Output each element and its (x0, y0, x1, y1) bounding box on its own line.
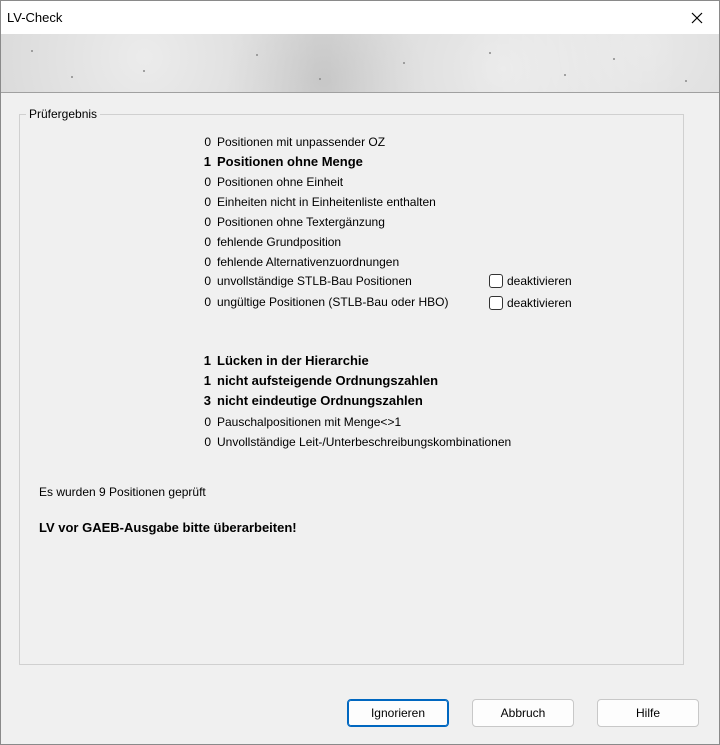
checked-positions-info: Es wurden 9 Positionen geprüft (39, 485, 206, 499)
result-count: 0 (204, 175, 211, 189)
title-bar: LV-Check (1, 1, 719, 34)
result-label: Positionen ohne Textergänzung (217, 215, 385, 229)
result-label: Positionen ohne Menge (217, 154, 363, 169)
ignore-button[interactable]: Ignorieren (347, 699, 449, 727)
result-count: 0 (204, 255, 211, 269)
banner-divider (1, 92, 719, 93)
checkbox-label[interactable]: deaktivieren (507, 274, 572, 288)
result-label: fehlende Alternativenzuordnungen (217, 255, 400, 269)
result-count: 0 (204, 435, 211, 449)
deactivate-invalid-checkbox[interactable]: deaktivieren (489, 293, 572, 313)
result-label: nicht eindeutige Ordnungszahlen (217, 393, 423, 408)
result-count: 0 (204, 235, 211, 249)
close-button[interactable] (675, 1, 719, 34)
header-banner-image (1, 34, 719, 92)
cancel-button[interactable]: Abbruch (472, 699, 574, 727)
result-count: 1 (203, 373, 211, 388)
result-count: 0 (204, 215, 211, 229)
result-count: 0 (204, 135, 211, 149)
result-label: Positionen mit unpassender OZ (217, 135, 386, 149)
checkbox-box[interactable] (489, 274, 503, 288)
help-button[interactable]: Hilfe (597, 699, 699, 727)
checkbox-label[interactable]: deaktivieren (507, 296, 572, 310)
result-label: Unvollständige Leit-/Unterbeschreibungsk… (217, 435, 512, 449)
result-label: fehlende Grundposition (217, 235, 342, 249)
result-count: 0 (204, 415, 211, 429)
result-count: 3 (203, 393, 211, 408)
rework-warning: LV vor GAEB-Ausgabe bitte überarbeiten! (39, 520, 297, 535)
checkbox-box[interactable] (489, 296, 503, 310)
result-count: 0 (204, 274, 211, 288)
result-label: nicht aufsteigende Ordnungszahlen (217, 373, 439, 388)
result-count: 0 (204, 195, 211, 209)
window-title: LV-Check (7, 10, 63, 25)
result-group-label: Prüfergebnis (29, 107, 98, 121)
result-count: 1 (203, 353, 211, 368)
result-label: Einheiten nicht in Einheitenliste enthal… (217, 195, 436, 209)
lv-check-dialog: LV-Check Prüfergebnis 0 Positionen mit u… (0, 0, 720, 745)
result-label: ungültige Positionen (STLB-Bau oder HBO) (217, 295, 449, 309)
result-label: Lücken in der Hierarchie (217, 353, 369, 368)
deactivate-stlb-checkbox[interactable]: deaktivieren (489, 271, 572, 291)
result-count: 0 (204, 295, 211, 309)
close-icon (691, 12, 703, 23)
result-label: Positionen ohne Einheit (217, 175, 344, 189)
result-label: unvollständige STLB-Bau Positionen (217, 274, 412, 288)
result-count: 1 (203, 154, 211, 169)
result-label: Pauschalpositionen mit Menge<>1 (217, 415, 402, 429)
